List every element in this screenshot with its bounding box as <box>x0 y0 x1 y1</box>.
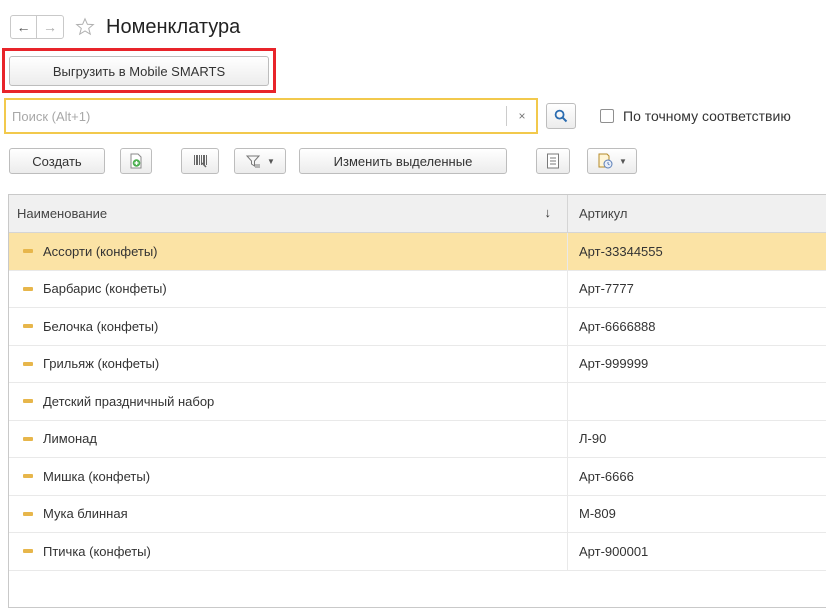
table-row[interactable]: Птичка (конфеты) Арт-900001 <box>9 533 826 571</box>
cell-name: Лимонад <box>9 420 568 457</box>
search-separator <box>506 106 507 126</box>
item-marker-icon <box>23 399 33 404</box>
chevron-down-icon: ▼ <box>267 156 275 166</box>
sort-arrow-icon: ↓ <box>544 205 552 220</box>
item-name: Мишка (конфеты) <box>43 468 151 484</box>
search-box: × <box>4 98 538 134</box>
table-row[interactable]: Грильяж (конфеты) Арт-999999 <box>9 345 826 383</box>
search-button[interactable] <box>546 103 576 129</box>
table-body: Ассорти (конфеты) Арт-33344555 Барбарис (к… <box>9 233 826 571</box>
item-name: Детский праздничный набор <box>43 393 215 409</box>
item-marker-icon <box>23 474 33 479</box>
column-header-article[interactable]: Артикул <box>568 195 826 232</box>
cell-name: Мишка (конфеты) <box>9 458 568 495</box>
item-article: Арт-33344555 <box>579 243 663 259</box>
item-article: Л-90 <box>579 431 607 447</box>
nav-buttons: ← → <box>10 15 64 39</box>
create-button[interactable]: Создать <box>9 148 105 174</box>
clear-icon[interactable]: × <box>512 106 532 126</box>
table-row[interactable]: Детский праздничный набор <box>9 383 826 421</box>
cell-name: Птичка (конфеты) <box>9 533 568 570</box>
exact-match-label: По точному соответствию <box>623 108 791 124</box>
page-title: Номенклатура <box>106 15 241 38</box>
item-name: Ассорти (конфеты) <box>43 243 158 259</box>
item-article: М-809 <box>579 506 616 522</box>
cell-name: Мука блинная <box>9 495 568 532</box>
item-name: Белочка (конфеты) <box>43 318 159 334</box>
item-article: Арт-7777 <box>579 281 634 297</box>
reports-menu-button[interactable]: ▼ <box>587 148 637 174</box>
item-name: Мука блинная <box>43 506 128 522</box>
item-marker-icon <box>23 324 33 329</box>
add-document-icon <box>130 153 142 169</box>
filter-menu-button[interactable]: ▼ <box>234 148 286 174</box>
table-row[interactable]: Лимонад Л-90 <box>9 420 826 458</box>
title-bar: ← → Номенклатура <box>10 12 240 42</box>
item-name: Барбарис (конфеты) <box>43 281 167 297</box>
column-header-name-label: Наименование <box>17 206 108 221</box>
table-header: Наименование ↓ Артикул <box>9 195 826 233</box>
report-icon <box>598 153 613 169</box>
table-row[interactable]: Мука блинная М-809 <box>9 495 826 533</box>
item-marker-icon <box>23 511 33 516</box>
item-marker-icon <box>23 249 33 254</box>
export-mobile-smarts-button[interactable]: Выгрузить в Mobile SMARTS <box>9 56 269 86</box>
item-article: Арт-999999 <box>579 356 649 372</box>
item-name: Птичка (конфеты) <box>43 543 151 559</box>
item-article: Арт-6666888 <box>579 318 656 334</box>
cell-name: Грильяж (конфеты) <box>9 345 568 382</box>
barcode-button[interactable] <box>181 148 219 174</box>
document-list-icon <box>547 153 559 169</box>
table-row[interactable]: Белочка (конфеты) Арт-6666888 <box>9 308 826 346</box>
column-header-name[interactable]: Наименование ↓ <box>9 195 568 232</box>
chevron-down-icon: ▼ <box>619 156 627 166</box>
item-marker-icon <box>23 436 33 441</box>
filter-icon <box>245 155 261 168</box>
cell-name: Ассорти (конфеты) <box>9 233 568 270</box>
star-icon[interactable] <box>74 16 96 38</box>
exact-match-option[interactable]: По точному соответствию <box>600 108 791 124</box>
cell-name: Белочка (конфеты) <box>9 308 568 345</box>
barcode-icon <box>194 155 207 168</box>
exact-match-checkbox[interactable] <box>600 109 614 123</box>
create-copy-button[interactable] <box>120 148 152 174</box>
forward-arrow-icon[interactable]: → <box>37 16 63 38</box>
table-row[interactable]: Мишка (конфеты) Арт-6666 <box>9 458 826 496</box>
table-row[interactable]: Ассорти (конфеты) Арт-33344555 <box>9 233 826 271</box>
cell-name: Детский праздничный набор <box>9 383 568 420</box>
item-name: Лимонад <box>43 431 97 447</box>
item-marker-icon <box>23 286 33 291</box>
search-icon <box>554 109 568 123</box>
item-article: Арт-6666 <box>579 468 634 484</box>
list-button[interactable] <box>536 148 570 174</box>
item-article <box>568 383 826 420</box>
cell-name: Барбарис (конфеты) <box>9 270 568 307</box>
item-name: Грильяж (конфеты) <box>43 356 160 372</box>
table-row[interactable]: Барбарис (конфеты) Арт-7777 <box>9 270 826 308</box>
back-arrow-icon[interactable]: ← <box>11 16 37 38</box>
item-article: Арт-900001 <box>579 543 649 559</box>
item-marker-icon <box>23 361 33 366</box>
item-marker-icon <box>23 549 33 554</box>
nomenclature-table: Наименование ↓ Артикул Ассорти (конфеты)… <box>8 194 826 608</box>
edit-selected-button[interactable]: Изменить выделенные <box>299 148 507 174</box>
search-input[interactable] <box>10 105 502 127</box>
